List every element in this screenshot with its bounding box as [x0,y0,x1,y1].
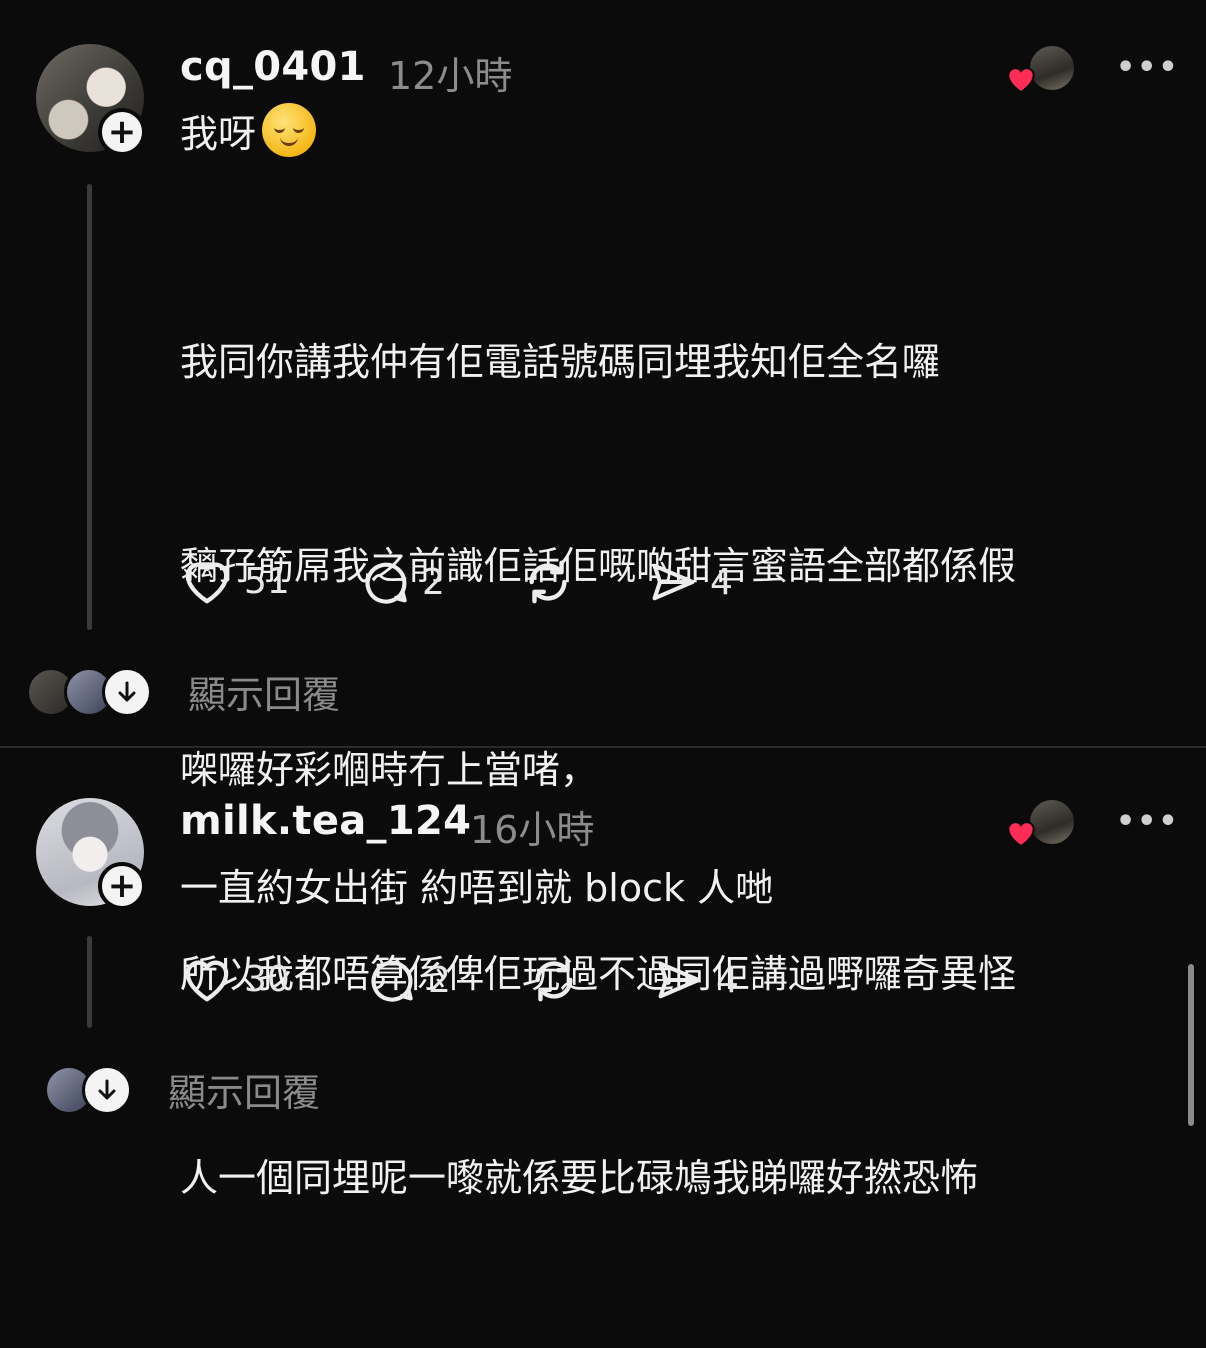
show-replies-label[interactable]: 顯示回覆 [188,664,340,719]
like-button[interactable]: 30 [180,954,290,1004]
username[interactable]: cq_0401 [180,44,366,90]
author-avatar[interactable]: + [36,44,146,156]
more-options-icon[interactable]: ••• [1116,804,1180,839]
heart-icon [185,562,229,604]
follow-plus-icon[interactable]: + [98,108,146,156]
repost-icon [535,958,573,1002]
post-first-line-text: 我呀 [180,112,257,156]
comment-count: 2 [422,561,445,603]
comment-button[interactable]: 2 [366,954,451,1006]
paragraph-line: 人一個同埋呢一嚟就係要比碌鳩我睇囉好撚恐怖 [180,1156,979,1200]
comment-bubble-icon [371,960,413,1002]
show-replies-row[interactable]: 顯示回覆 [26,664,340,719]
share-count: 4 [716,959,739,1001]
post-text: 一直約女出街 約唔到就 block 人哋 [180,866,774,910]
post-paragraph: 我同你講我仲有佢電話號碼同埋我知佢全名囉 黐孖筋屌我之前識佢話佢嘅啲甜言蜜語全部… [180,192,1016,1348]
follow-plus-icon[interactable]: + [98,862,146,910]
show-replies-row[interactable]: 顯示回覆 [44,1062,320,1117]
thread-line [87,936,92,1028]
down-arrow-icon [102,666,152,717]
show-replies-label[interactable]: 顯示回覆 [168,1062,320,1117]
heart-icon [185,960,229,1002]
timestamp: 12小時 [388,54,513,98]
paragraph-line: 我同你講我仲有佢電話號碼同埋我知佢全名囉 [180,340,941,384]
send-icon [652,563,695,601]
share-button[interactable]: 4 [652,954,739,1006]
share-button[interactable]: 4 [646,556,733,608]
heart-badge-icon [1007,67,1035,94]
down-arrow-icon [82,1064,132,1115]
timestamp: 16小時 [470,808,595,852]
repost-icon [529,560,567,604]
username[interactable]: milk.tea_124 [180,798,471,844]
heart-badge-icon [1007,821,1035,848]
comment-button[interactable]: 2 [360,556,445,608]
more-options-icon[interactable]: ••• [1116,50,1180,85]
author-avatar[interactable]: + [36,798,146,910]
send-icon [658,961,701,999]
paragraph-line: 黐孖筋屌我之前識佢話佢嘅啲甜言蜜語全部都係假 [180,544,1017,588]
share-count: 4 [710,561,733,603]
post-first-line: 我呀 [180,100,317,168]
scrollbar[interactable] [1188,964,1194,1126]
like-count: 30 [244,958,290,1000]
repost-button[interactable] [526,952,582,1008]
relieved-face-emoji-icon [262,103,317,157]
paragraph-line: 所以我都唔算係俾佢玩過不過同佢講過嘢囉奇異怪 [180,952,1017,996]
comment-bubble-icon [365,562,407,604]
thread-line [87,184,92,630]
comment-count: 2 [428,959,451,1001]
like-button[interactable]: 51 [180,556,290,606]
post-divider [0,746,1206,748]
like-count: 51 [244,560,290,602]
repost-button[interactable] [520,554,576,610]
